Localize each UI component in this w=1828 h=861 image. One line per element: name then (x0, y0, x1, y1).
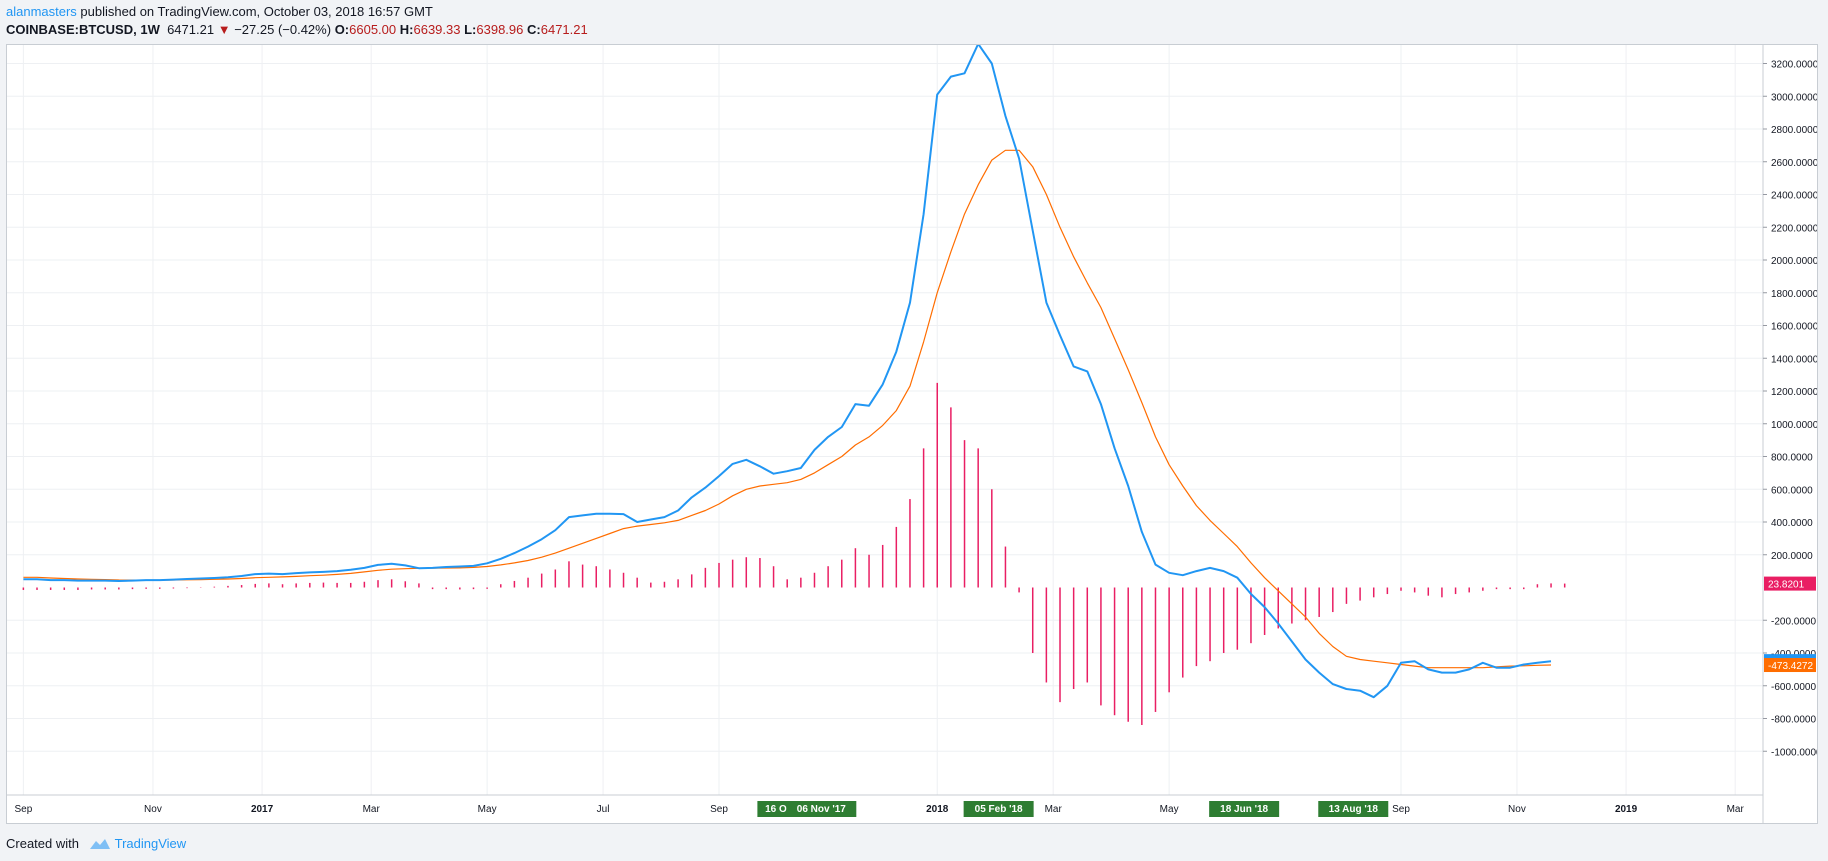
price-tag-label: 23.8201 (1768, 580, 1805, 591)
created-with-text: Created with (6, 836, 79, 851)
author-link[interactable]: alanmasters (6, 4, 77, 19)
date-highlight-label: 05 Feb '18 (975, 804, 1023, 815)
date-highlight-label: 13 Aug '18 (1329, 804, 1379, 815)
y-tick-label: 400.0000 (1771, 518, 1813, 529)
x-tick-label: May (1160, 804, 1179, 815)
publish-text: published on TradingView.com, October 03… (76, 4, 433, 19)
footer: Created with TradingView (6, 836, 186, 853)
y-tick-label: -200.0000 (1771, 616, 1816, 627)
tradingview-link[interactable]: TradingView (115, 836, 187, 851)
y-tick-label: 2600.0000 (1771, 158, 1817, 169)
date-highlight-label: 06 Nov '17 (797, 804, 847, 815)
date-highlight-label: 18 Jun '18 (1220, 804, 1268, 815)
y-tick-label: 1400.0000 (1771, 354, 1817, 365)
x-tick-label: 2018 (926, 804, 949, 815)
y-tick-label: 1200.0000 (1771, 387, 1817, 398)
signal-line (23, 149, 1552, 669)
price-tag-label: -473.4272 (1768, 661, 1813, 672)
price-change: −27.25 (−0.42%) (234, 22, 332, 37)
tradingview-logo-icon (89, 838, 111, 853)
low-value: 6398.96 (476, 22, 524, 37)
symbol-name: COINBASE:BTCUSD, 1W (6, 22, 160, 37)
y-tick-label: 2800.0000 (1771, 125, 1817, 136)
low-label: L: (464, 22, 477, 37)
y-tick-label: 1800.0000 (1771, 289, 1817, 300)
x-tick-label: Mar (1727, 804, 1745, 815)
down-arrow-icon: ▼ (217, 22, 231, 37)
open-value: 6605.00 (349, 22, 397, 37)
y-tick-label: 1000.0000 (1771, 420, 1817, 431)
x-tick-label: May (478, 804, 497, 815)
y-tick-label: -800.0000 (1771, 715, 1816, 726)
y-tick-label: 2200.0000 (1771, 223, 1817, 234)
close-value: 6471.21 (540, 22, 588, 37)
close-label: C: (527, 22, 541, 37)
publish-info: alanmasters published on TradingView.com… (6, 4, 433, 19)
x-tick-label: Mar (1045, 804, 1063, 815)
x-tick-label: Sep (710, 804, 728, 815)
symbol-bar: COINBASE:BTCUSD, 1W 6471.21 ▼ −27.25 (−0… (6, 22, 588, 37)
y-tick-label: -1000.0000 (1771, 747, 1817, 758)
y-tick-label: 3200.0000 (1771, 60, 1817, 71)
x-tick-label: Nov (1508, 804, 1526, 815)
x-tick-label: 2017 (251, 804, 274, 815)
y-tick-label: 200.0000 (1771, 551, 1813, 562)
high-label: H: (399, 22, 414, 37)
y-tick-label: 2000.0000 (1771, 256, 1817, 267)
y-tick-label: 1600.0000 (1771, 322, 1817, 333)
macd-line (23, 45, 1552, 699)
y-tick-label: 2400.0000 (1771, 191, 1817, 202)
x-tick-label: Sep (14, 804, 32, 815)
y-tick-label: 800.0000 (1771, 453, 1813, 464)
open-label: O: (334, 22, 350, 37)
macd-chart[interactable]: 3400.00003200.00003000.00002800.00002600… (7, 45, 1817, 823)
y-tick-label: -600.0000 (1771, 682, 1816, 693)
x-tick-label: Jul (597, 804, 610, 815)
x-tick-label: Mar (363, 804, 381, 815)
last-price: 6471.21 (167, 22, 215, 37)
x-tick-label: Nov (144, 804, 162, 815)
y-tick-label: 600.0000 (1771, 485, 1813, 496)
x-tick-label: Sep (1392, 804, 1410, 815)
high-value: 6639.33 (413, 22, 461, 37)
chart-frame[interactable]: 3400.00003200.00003000.00002800.00002600… (6, 44, 1818, 824)
x-tick-label: 2019 (1615, 804, 1638, 815)
y-tick-label: 3000.0000 (1771, 92, 1817, 103)
